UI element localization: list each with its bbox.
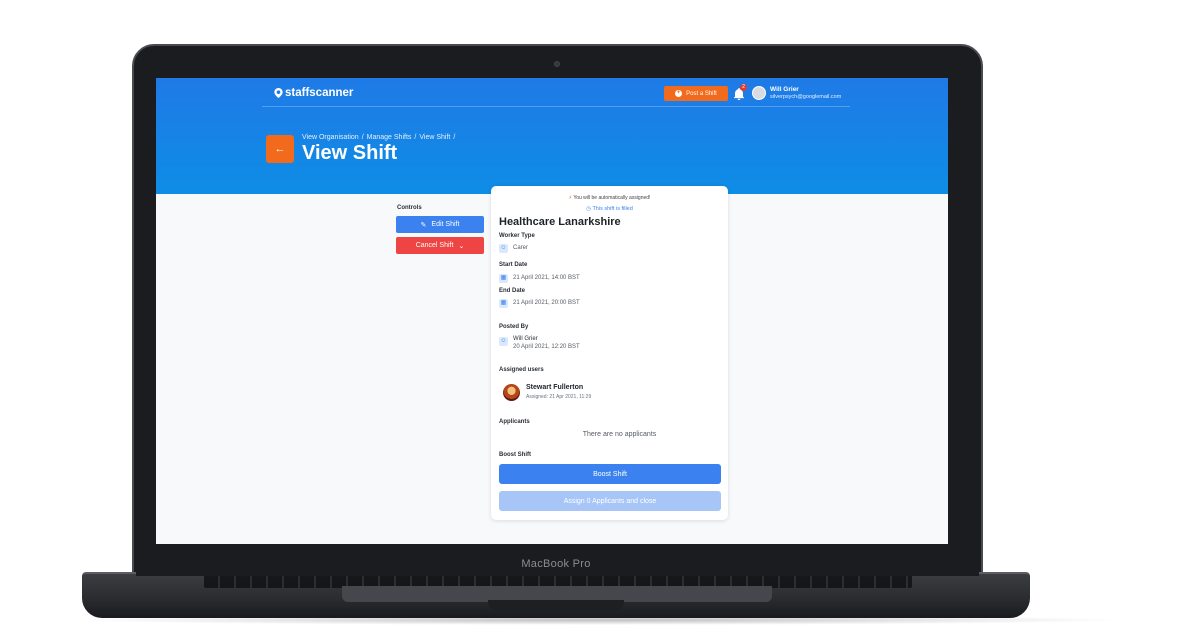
posted-by-label: Posted By: [499, 324, 529, 330]
breadcrumb-view-organisation[interactable]: View Organisation: [302, 134, 359, 141]
breadcrumb-view-shift[interactable]: View Shift: [419, 134, 450, 141]
start-date-label: Start Date: [499, 262, 528, 268]
assign-applicants-button[interactable]: Assign 0 Applicants and close: [499, 491, 721, 511]
app-screen: staffscanner + Post a Shift 2 Will Grier…: [156, 78, 948, 544]
chevron-down-icon: ⌄: [458, 242, 465, 250]
assignee-date: Assigned: 21 Apr 2021, 11:29: [526, 394, 592, 400]
laptop-notch: [488, 600, 624, 610]
assignee-name[interactable]: Stewart Fullerton: [526, 384, 583, 391]
lightning-icon: ⚡: [568, 195, 573, 201]
cancel-shift-button[interactable]: Cancel Shift ⌄: [396, 237, 484, 254]
auto-assign-text: You will be automatically assigned!: [573, 195, 651, 201]
back-button[interactable]: ←: [266, 135, 294, 163]
arrow-left-icon: ←: [274, 143, 286, 155]
controls-label: Controls: [397, 205, 422, 211]
header-banner: staffscanner + Post a Shift 2 Will Grier…: [156, 78, 948, 194]
applicants-label: Applicants: [499, 419, 530, 425]
plus-icon: +: [675, 90, 683, 97]
boost-shift-button[interactable]: Boost Shift: [499, 464, 721, 484]
organisation-name: Healthcare Lanarkshire: [499, 216, 621, 228]
shift-card: ⚡ You will be automatically assigned! ◷ …: [491, 186, 728, 520]
notification-badge: 2: [740, 84, 747, 91]
breadcrumb-separator: /: [361, 134, 364, 141]
assigned-users-label: Assigned users: [499, 367, 544, 373]
posted-by-date: 20 April 2021, 12:20 BST: [513, 344, 580, 350]
status-badge: ◷ This shift is filled: [491, 206, 728, 212]
boost-shift-label: Boost Shift: [499, 452, 531, 458]
user-name[interactable]: Will Grier: [770, 86, 799, 93]
post-shift-label: Post a Shift: [686, 90, 717, 97]
person-icon: ☺: [499, 337, 508, 346]
person-icon: ☺: [499, 244, 508, 253]
logo-text: staffscanner: [285, 87, 354, 99]
breadcrumb: View Organisation / Manage Shifts / View…: [302, 134, 455, 141]
page-title: View Shift: [302, 142, 398, 164]
worker-type-value: Carer: [513, 245, 529, 251]
assignee-avatar: [503, 384, 520, 401]
breadcrumb-separator: /: [414, 134, 417, 141]
posted-by-name: Will Grier: [513, 336, 538, 342]
cancel-shift-label: Cancel Shift: [415, 242, 454, 249]
applicants-empty: There are no applicants: [582, 431, 657, 438]
post-shift-button[interactable]: + Post a Shift: [664, 86, 728, 101]
device-brand: MacBook Pro: [521, 558, 591, 570]
laptop-mockup: MacBook Pro staffscanner + Post a Shift …: [0, 0, 1193, 633]
edit-shift-button[interactable]: ✎ Edit Shift: [396, 216, 484, 233]
calendar-icon: ▦: [499, 299, 508, 308]
end-date-label: End Date: [499, 288, 526, 294]
end-date-value: 21 April 2021, 20:00 BST: [513, 300, 580, 306]
breadcrumb-separator: /: [453, 134, 456, 141]
header-divider: [262, 106, 850, 107]
user-email: silverpsych@googlemail.com: [770, 94, 842, 100]
edit-shift-label: Edit Shift: [431, 221, 460, 228]
pencil-icon: ✎: [420, 221, 427, 229]
camera-icon: [554, 61, 560, 67]
worker-type-label: Worker Type: [499, 233, 535, 239]
calendar-icon: ▦: [499, 274, 508, 283]
breadcrumb-manage-shifts[interactable]: Manage Shifts: [367, 134, 412, 141]
location-pin-icon: [274, 88, 283, 98]
clock-icon: ◷: [586, 206, 591, 212]
auto-assign-note: ⚡ You will be automatically assigned!: [491, 195, 728, 201]
app-logo[interactable]: staffscanner: [274, 87, 353, 99]
status-text: This shift is filled: [592, 206, 633, 212]
avatar[interactable]: [752, 86, 766, 100]
start-date-value: 21 April 2021, 14:00 BST: [513, 275, 580, 281]
